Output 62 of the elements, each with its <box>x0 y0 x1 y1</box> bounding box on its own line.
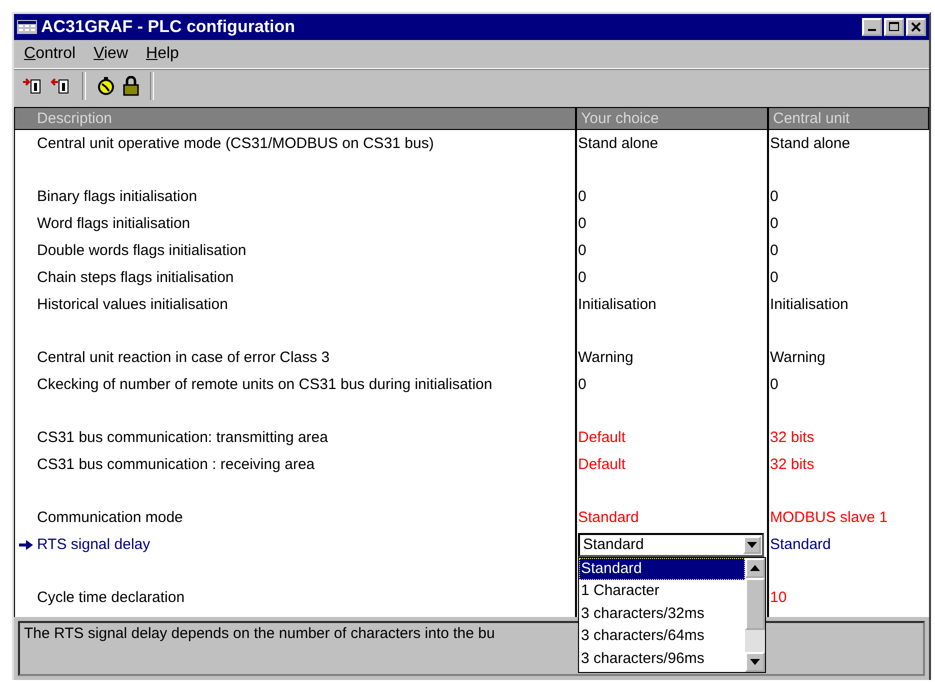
setting-label: Historical values initialisation <box>37 296 228 313</box>
column-header: Description <box>36 109 114 129</box>
dropdown-option[interactable]: Standard <box>579 558 745 580</box>
setting-label: Chain steps flags initialisation <box>37 269 234 286</box>
central-value: Standard <box>769 536 831 553</box>
menu-item[interactable]: Control <box>24 45 76 63</box>
setting-label: Binary flags initialisation <box>37 188 198 205</box>
choice-value: 0 <box>577 376 586 393</box>
stopwatch-icon[interactable] <box>96 76 116 96</box>
central-value: 0 <box>769 188 778 205</box>
menu-item[interactable]: View <box>94 45 128 63</box>
dropdown-option[interactable]: 1 Character <box>579 580 745 603</box>
setting-label: Word flags initialisation <box>37 215 190 232</box>
setting-label: Ckecking of number of remote units on CS31 bus during initialisation <box>37 376 492 393</box>
central-value: 32 bits <box>769 456 814 473</box>
choice-value: 0 <box>577 215 586 232</box>
choice-value: 0 <box>577 188 586 205</box>
setting-label: Cycle time declaration <box>37 589 185 606</box>
minimize-button[interactable] <box>862 18 882 36</box>
window-title: AC31GRAF - PLC configuration <box>41 17 296 37</box>
choice-value: Warning <box>577 349 634 366</box>
choice-value: Default <box>577 456 626 473</box>
central-value: 0 <box>769 269 778 286</box>
dropdown-option[interactable]: 3 characters/96ms <box>579 648 745 670</box>
setting-label: Communication mode <box>37 509 183 526</box>
central-value: MODBUS slave 1 <box>769 509 888 526</box>
maximize-button[interactable] <box>884 18 904 36</box>
setting-label: Central unit reaction in case of error Class 3 <box>37 349 330 366</box>
scrollbar[interactable] <box>745 558 765 672</box>
dropdown-option[interactable]: 3 characters/64ms <box>579 625 745 648</box>
choice-value: Stand alone <box>577 135 658 152</box>
central-value: Stand alone <box>769 135 850 152</box>
choice-value: Initialisation <box>577 296 656 313</box>
central-value: 0 <box>769 215 778 232</box>
maximize-icon <box>889 22 899 32</box>
choice-value: Default <box>577 429 626 446</box>
choice-value: 0 <box>577 269 586 286</box>
caret-down-icon[interactable] <box>750 658 760 664</box>
central-value: Warning <box>769 349 826 366</box>
central-value: 0 <box>769 242 778 259</box>
menu-item[interactable]: Help <box>146 45 179 63</box>
help-text: The RTS signal delay depends on the number of characters into the bu <box>24 625 495 642</box>
caret-up-icon[interactable] <box>750 564 760 570</box>
setting-label: CS31 bus communication : receiving area <box>37 456 315 473</box>
caret-down-icon <box>747 542 757 548</box>
setting-label: Central unit operative mode (CS31/MODBUS on CS31 bus) <box>37 135 434 152</box>
dropdown-button[interactable] <box>743 536 761 554</box>
setting-label: RTS signal delay <box>37 536 150 553</box>
central-value: 10 <box>769 589 787 606</box>
central-value: Initialisation <box>769 296 848 313</box>
setting-label: CS31 bus communication: transmitting area <box>37 429 328 446</box>
choice-value: 0 <box>577 242 586 259</box>
minimize-icon <box>868 29 876 31</box>
close-button[interactable] <box>906 18 926 36</box>
grid-icon <box>17 20 37 34</box>
lock-icon[interactable] <box>122 76 140 96</box>
close-icon <box>911 22 921 32</box>
choice-value: Standard <box>577 509 639 526</box>
central-value: 32 bits <box>769 429 814 446</box>
dropdown-option[interactable]: 3 characters/32ms <box>579 602 745 626</box>
central-value: 0 <box>769 376 778 393</box>
setting-label: Double words flags initialisation <box>37 242 246 259</box>
